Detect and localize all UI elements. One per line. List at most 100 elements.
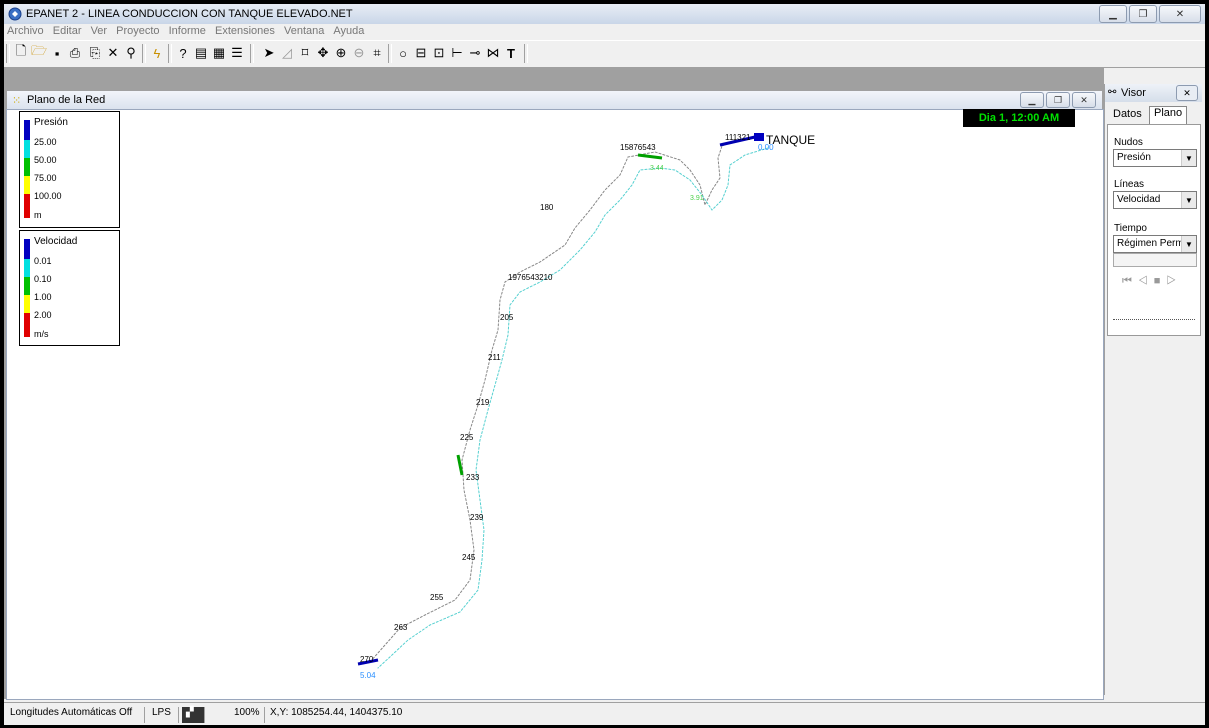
velocity-legend-value: 1.00 xyxy=(34,292,52,302)
animation-controls[interactable]: ⏮◁■▷ xyxy=(1122,275,1182,288)
menu-ver[interactable]: Ver xyxy=(88,24,111,38)
select-region-icon[interactable]: ⌑ xyxy=(296,44,314,62)
add-pump-icon[interactable]: ⊸ xyxy=(466,44,484,62)
legend-swatch-cyan xyxy=(24,140,30,158)
tab-plano[interactable]: Plano xyxy=(1149,106,1188,125)
animation-speed-slider[interactable] xyxy=(1113,297,1195,320)
menu-ayuda[interactable]: Ayuda xyxy=(330,24,367,38)
time-display: Dia 1, 12:00 AM xyxy=(963,109,1075,127)
new-file-icon[interactable]: 🗋 xyxy=(12,43,30,62)
add-reservoir-icon[interactable]: ⊟ xyxy=(412,44,430,62)
full-extent-icon[interactable]: ⌗ xyxy=(368,44,386,62)
visor-plano-body: Nudos Presión ▼ Líneas Velocidad ▼ Tiemp… xyxy=(1107,124,1201,336)
chevron-down-icon: ▼ xyxy=(1181,236,1196,252)
pan-icon[interactable]: ✥ xyxy=(314,44,332,62)
pressure-legend-unit: m xyxy=(34,210,42,220)
print-icon[interactable]: ⎙ xyxy=(66,44,84,62)
pressure-legend-value: 50.00 xyxy=(34,155,57,165)
pressure-legend-title: Presión xyxy=(34,117,68,128)
status-xy: X,Y: 1085254.44, 1404375.10 xyxy=(270,707,403,718)
toolbar-separator xyxy=(142,44,146,63)
legend-swatch-green xyxy=(24,277,30,295)
lineas-label: Líneas xyxy=(1114,179,1145,190)
add-junction-icon[interactable]: ○ xyxy=(394,44,412,62)
child-close-button[interactable]: ✕ xyxy=(1072,92,1096,108)
status-bar: Longitudes Automáticas Off LPS ▞ 100% X,… xyxy=(4,702,1205,725)
epanet-app-icon xyxy=(8,7,22,21)
legend-swatch-yellow xyxy=(24,176,30,194)
legend-swatch-red xyxy=(24,194,30,218)
window-title: EPANET 2 - LINEA CONDUCCION CON TANQUE E… xyxy=(26,8,353,20)
menu-archivo[interactable]: Archivo xyxy=(4,24,47,38)
network-map-icon: ⁙ xyxy=(12,95,22,107)
status-auto-length[interactable]: Longitudes Automáticas Off xyxy=(6,707,145,723)
binoculars-icon: ⚯ xyxy=(1108,87,1117,98)
visor-close-button[interactable]: ✕ xyxy=(1176,85,1198,101)
menu-editar[interactable]: Editar xyxy=(50,24,85,38)
nodos-label: Nudos xyxy=(1114,137,1143,148)
open-folder-icon[interactable]: 🗁 xyxy=(30,43,48,62)
add-valve-icon[interactable]: ⋈ xyxy=(484,44,502,62)
lineas-select-value: Velocidad xyxy=(1117,194,1161,205)
copy-icon[interactable]: ⎘ xyxy=(86,44,104,62)
menu-extensiones[interactable]: Extensiones xyxy=(212,24,278,38)
legend-swatch-red xyxy=(24,313,30,337)
add-tank-icon[interactable]: ⊡ xyxy=(430,44,448,62)
tab-datos[interactable]: Datos xyxy=(1109,108,1146,124)
toolbar-separator xyxy=(168,44,172,63)
nodos-select[interactable]: Presión ▼ xyxy=(1113,149,1197,167)
toolbar: 🗋 🗁 ▪ ⎙ ⎘ ✕ ⚲ ϟ ? ▤ ▦ ☰ ➤ ◿ ⌑ ✥ ⊕ ⊖ ⌗ ○ … xyxy=(4,40,1205,68)
velocity-legend-unit: m/s xyxy=(34,329,49,339)
select-object-icon[interactable]: ➤ xyxy=(260,44,278,62)
run-simulation-icon[interactable]: ϟ xyxy=(148,44,166,62)
velocity-legend-value: 0.01 xyxy=(34,256,52,266)
select-vertex-icon[interactable]: ◿ xyxy=(278,44,296,62)
zoom-in-icon[interactable]: ⊕ xyxy=(332,44,350,62)
add-label-icon[interactable]: T xyxy=(502,44,520,62)
graph-icon[interactable]: ▤ xyxy=(192,44,210,62)
network-window-title: Plano de la Red xyxy=(27,94,106,106)
toolbar-grip xyxy=(6,44,10,63)
velocity-legend[interactable]: Velocidad 0.01 0.10 1.00 2.00 m/s xyxy=(19,230,120,346)
visor-titlebar: ⚯ Visor ✕ xyxy=(1105,84,1202,102)
close-button[interactable]: ✕ xyxy=(1159,5,1201,23)
run-status-icon: ▞ xyxy=(182,707,205,723)
pressure-legend-value: 100.00 xyxy=(34,191,62,201)
table-icon[interactable]: ▦ xyxy=(210,44,228,62)
save-icon[interactable]: ▪ xyxy=(48,44,66,62)
menu-ventana[interactable]: Ventana xyxy=(281,24,327,38)
query-icon[interactable]: ? xyxy=(174,44,192,62)
pressure-legend-value: 25.00 xyxy=(34,137,57,147)
lineas-select[interactable]: Velocidad ▼ xyxy=(1113,191,1197,209)
pressure-legend-value: 75.00 xyxy=(34,173,57,183)
title-bar: EPANET 2 - LINEA CONDUCCION CON TANQUE E… xyxy=(4,4,1205,24)
menu-informe[interactable]: Informe xyxy=(166,24,209,38)
network-map-canvas[interactable] xyxy=(6,109,1104,700)
chevron-down-icon: ▼ xyxy=(1181,192,1196,208)
options-icon[interactable]: ☰ xyxy=(228,44,246,62)
find-icon[interactable]: ⚲ xyxy=(122,44,140,62)
tiempo-label: Tiempo xyxy=(1114,223,1147,234)
visor-panel: ⚯ Visor ✕ Datos Plano Nudos Presión ▼ Lí… xyxy=(1104,84,1202,695)
toolbar-separator xyxy=(250,44,254,63)
delete-icon[interactable]: ✕ xyxy=(104,44,122,62)
status-units: LPS xyxy=(148,707,179,723)
tank-label: TANQUE xyxy=(766,133,816,147)
network-window-titlebar: ⁙ Plano de la Red ▁ ❐ ✕ xyxy=(7,91,1102,109)
toolbar-separator xyxy=(388,44,392,63)
tiempo-select[interactable]: Régimen Perma ▼ xyxy=(1113,235,1197,253)
add-pipe-icon[interactable]: ⊢ xyxy=(448,44,466,62)
minimize-button[interactable]: ▁ xyxy=(1099,5,1127,23)
legend-swatch-yellow xyxy=(24,295,30,313)
restore-button[interactable]: ❐ xyxy=(1129,5,1157,23)
child-restore-button[interactable]: ❐ xyxy=(1046,92,1070,108)
menu-bar: Archivo Editar Ver Proyecto Informe Exte… xyxy=(4,24,1205,40)
zoom-out-icon[interactable]: ⊖ xyxy=(350,44,368,62)
child-minimize-button[interactable]: ▁ xyxy=(1020,92,1044,108)
chevron-down-icon: ▼ xyxy=(1181,150,1196,166)
legend-swatch-blue xyxy=(24,120,30,140)
time-scrollbar[interactable] xyxy=(1113,253,1197,267)
tiempo-select-value: Régimen Perma xyxy=(1117,238,1190,249)
pressure-legend[interactable]: Presión 25.00 50.00 75.00 100.00 m xyxy=(19,111,120,228)
menu-proyecto[interactable]: Proyecto xyxy=(113,24,162,38)
